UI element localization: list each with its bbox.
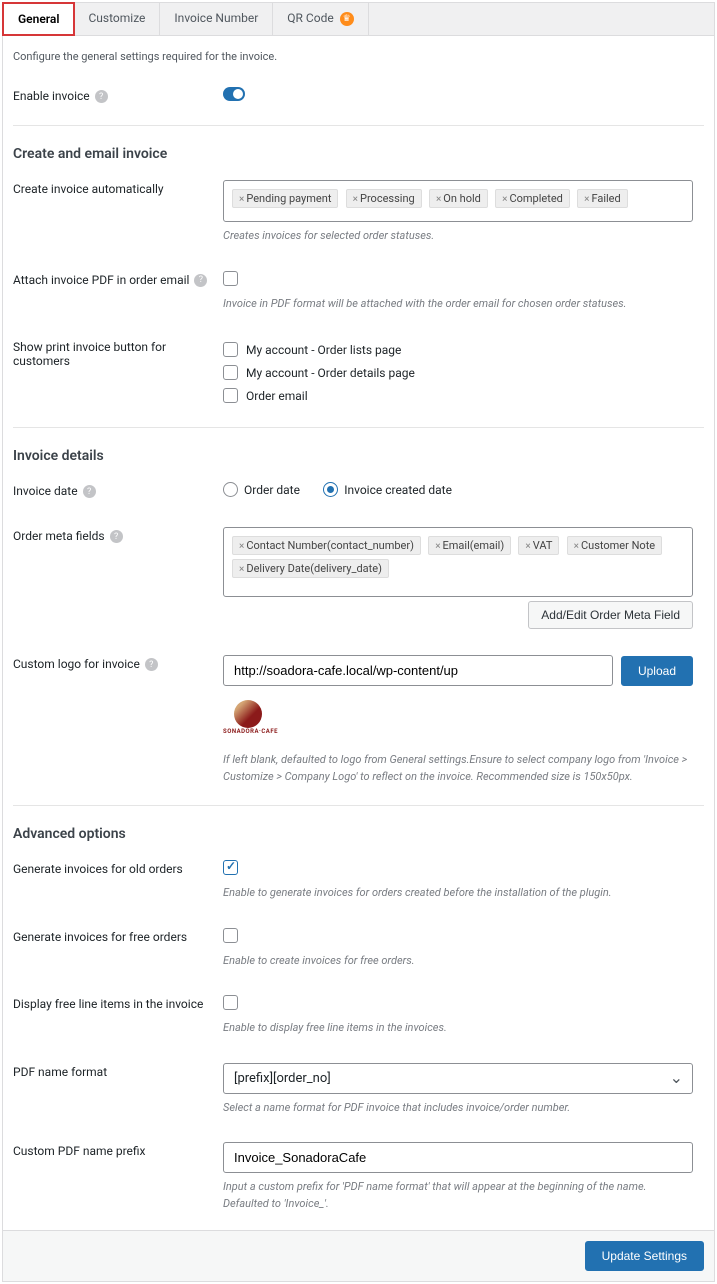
tabs: General Customize Invoice Number QR Code… [3, 3, 714, 36]
logo-url-input[interactable] [223, 655, 613, 686]
date-opt-2: Invoice created date [344, 483, 452, 497]
enable-label: Enable invoice [13, 89, 90, 103]
logo-desc: If left blank, defaulted to logo from Ge… [223, 752, 693, 785]
row-print: Show print invoice button for customers … [13, 332, 704, 413]
tag-item[interactable]: Completed [495, 189, 570, 208]
pdf-format-select[interactable]: [prefix][order_no] [223, 1063, 693, 1094]
auto-label: Create invoice automatically [13, 180, 223, 196]
help-icon[interactable]: ? [145, 658, 158, 671]
old-label: Generate invoices for old orders [13, 860, 223, 876]
meta-tagbox[interactable]: Contact Number(contact_number) Email(ema… [223, 527, 693, 597]
row-pdf-format: PDF name format [prefix][order_no] Selec… [13, 1057, 704, 1123]
date-radio-order[interactable] [223, 482, 238, 497]
enable-toggle[interactable] [223, 87, 245, 101]
pdf-format-desc: Select a name format for PDF invoice tha… [223, 1100, 693, 1117]
tag-item[interactable]: VAT [518, 536, 559, 555]
row-auto: Create invoice automatically Pending pay… [13, 174, 704, 251]
tag-item[interactable]: Failed [577, 189, 628, 208]
print-check-2[interactable] [223, 365, 238, 380]
attach-desc: Invoice in PDF format will be attached w… [223, 296, 693, 313]
pdf-prefix-desc: Input a custom prefix for 'PDF name form… [223, 1179, 693, 1212]
row-attach: Attach invoice PDF in order email ? Invo… [13, 265, 704, 319]
row-free-line: Display free line items in the invoice E… [13, 989, 704, 1043]
free-checkbox[interactable] [223, 928, 238, 943]
row-old: Generate invoices for old orders Enable … [13, 854, 704, 908]
tag-item[interactable]: Pending payment [232, 189, 338, 208]
help-icon[interactable]: ? [83, 485, 96, 498]
upload-button[interactable]: Upload [621, 656, 693, 686]
row-meta: Order meta fields ? Contact Number(conta… [13, 521, 704, 635]
free-desc: Enable to create invoices for free order… [223, 953, 693, 970]
attach-label: Attach invoice PDF in order email [13, 273, 189, 287]
old-checkbox[interactable] [223, 860, 238, 875]
date-opt-1: Order date [244, 483, 300, 497]
add-edit-meta-button[interactable]: Add/Edit Order Meta Field [528, 601, 693, 629]
attach-checkbox[interactable] [223, 271, 238, 286]
footer: Update Settings [3, 1230, 714, 1281]
row-date: Invoice date ? Order date Invoice create… [13, 476, 704, 507]
tag-item[interactable]: Customer Note [567, 536, 663, 555]
crown-icon: ♛ [340, 12, 354, 26]
print-opt-3: Order email [246, 389, 308, 403]
row-enable: Enable invoice ? [13, 81, 704, 111]
divider [13, 125, 704, 126]
auto-desc: Creates invoices for selected order stat… [223, 228, 693, 245]
divider [13, 427, 704, 428]
row-pdf-prefix: Custom PDF name prefix Input a custom pr… [13, 1136, 704, 1218]
pdf-format-label: PDF name format [13, 1063, 223, 1079]
update-settings-button[interactable]: Update Settings [585, 1241, 704, 1271]
section-create-title: Create and email invoice [13, 140, 704, 174]
print-check-3[interactable] [223, 388, 238, 403]
content: Configure the general settings required … [3, 36, 714, 1230]
tag-item[interactable]: Processing [346, 189, 422, 208]
old-desc: Enable to generate invoices for orders c… [223, 885, 693, 902]
row-free: Generate invoices for free orders Enable… [13, 922, 704, 976]
section-advanced-title: Advanced options [13, 820, 704, 854]
tag-item[interactable]: Contact Number(contact_number) [232, 536, 421, 555]
logo-label: Custom logo for invoice [13, 657, 140, 671]
print-opt-1: My account - Order lists page [246, 343, 401, 357]
tab-qr-code[interactable]: QR Code ♛ [273, 3, 368, 35]
logo-preview: SONADORA·CAFE [223, 700, 693, 738]
tab-invoice-number[interactable]: Invoice Number [160, 3, 273, 35]
print-opt-2: My account - Order details page [246, 366, 415, 380]
help-icon[interactable]: ? [110, 530, 123, 543]
tag-item[interactable]: On hold [429, 189, 488, 208]
date-radio-created[interactable] [323, 482, 338, 497]
divider [13, 805, 704, 806]
date-label: Invoice date [13, 484, 78, 498]
row-logo: Custom logo for invoice ? Upload SONADOR… [13, 649, 704, 791]
tag-item[interactable]: Email(email) [428, 536, 511, 555]
free-line-checkbox[interactable] [223, 995, 238, 1010]
print-check-1[interactable] [223, 342, 238, 357]
tab-customize[interactable]: Customize [74, 3, 160, 35]
print-label: Show print invoice button for customers [13, 338, 223, 368]
pdf-prefix-input[interactable] [223, 1142, 693, 1173]
free-label: Generate invoices for free orders [13, 928, 223, 944]
pdf-prefix-label: Custom PDF name prefix [13, 1142, 223, 1158]
meta-label: Order meta fields [13, 529, 105, 543]
section-details-title: Invoice details [13, 442, 704, 476]
tab-general[interactable]: General [2, 2, 75, 36]
free-line-label: Display free line items in the invoice [13, 995, 223, 1011]
intro-text: Configure the general settings required … [13, 36, 704, 81]
auto-tagbox[interactable]: Pending payment Processing On hold Compl… [223, 180, 693, 222]
tag-item[interactable]: Delivery Date(delivery_date) [232, 559, 389, 578]
settings-container: General Customize Invoice Number QR Code… [2, 2, 715, 1282]
free-line-desc: Enable to display free line items in the… [223, 1020, 693, 1037]
help-icon[interactable]: ? [194, 274, 207, 287]
help-icon[interactable]: ? [95, 90, 108, 103]
